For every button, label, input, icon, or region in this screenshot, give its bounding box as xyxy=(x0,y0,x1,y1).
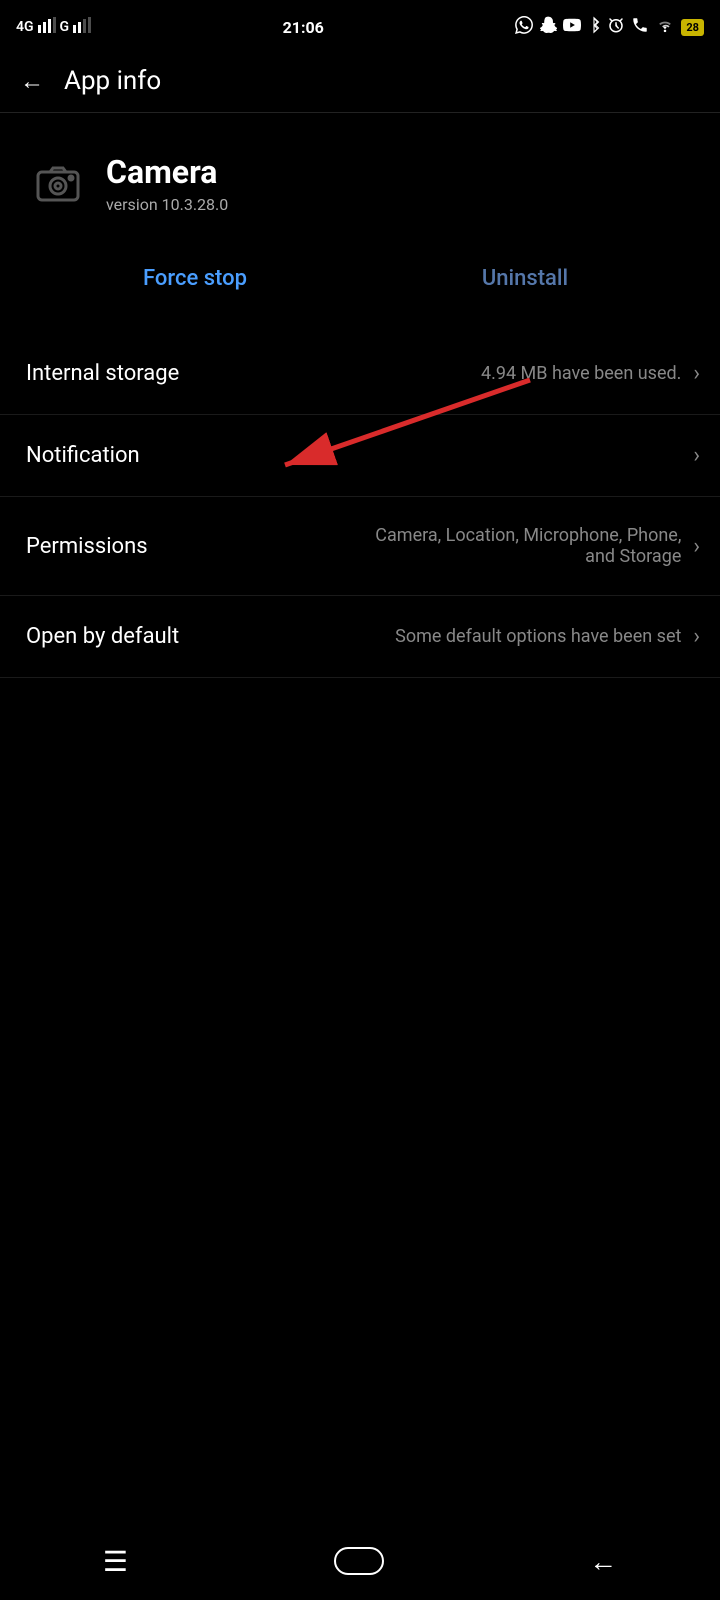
action-buttons: Force stop Uninstall xyxy=(0,244,720,333)
bottom-navigation: ☰ ← xyxy=(0,1530,720,1600)
nav-home-button[interactable] xyxy=(334,1547,384,1575)
chevron-right-icon: › xyxy=(693,624,700,649)
app-name-section: Camera version 10.3.28.0 xyxy=(106,153,228,214)
whatsapp-icon xyxy=(515,16,533,38)
back-button[interactable]: ← xyxy=(20,67,44,96)
app-version: version 10.3.28.0 xyxy=(106,195,228,214)
menu-list: Internal storage 4.94 MB have been used.… xyxy=(0,333,720,678)
snapchat-icon xyxy=(539,16,557,38)
network-indicator: 4G xyxy=(16,19,34,35)
status-time: 21:06 xyxy=(283,18,324,37)
uninstall-button[interactable]: Uninstall xyxy=(360,254,690,303)
nav-menu-button[interactable]: ☰ xyxy=(103,1545,128,1578)
page-title: App info xyxy=(64,66,161,96)
open-by-default-item[interactable]: Open by default Some default options hav… xyxy=(0,596,720,678)
permissions-value: Camera, Location, Microphone, Phone, and… xyxy=(361,525,681,567)
home-indicator xyxy=(334,1547,384,1575)
notification-item[interactable]: Notification › xyxy=(0,415,720,497)
back-icon: ← xyxy=(589,1545,617,1578)
signal-bars xyxy=(38,17,56,37)
permissions-right: Camera, Location, Microphone, Phone, and… xyxy=(148,525,700,567)
status-left: 4G G xyxy=(16,17,91,37)
internal-storage-value: 4.94 MB have been used. xyxy=(481,363,681,384)
status-bar: 4G G 21:06 28 xyxy=(0,0,720,50)
internal-storage-right: 4.94 MB have been used. › xyxy=(179,361,700,386)
open-by-default-label: Open by default xyxy=(26,624,179,649)
app-info-header: ← App info xyxy=(0,50,720,113)
app-name: Camera xyxy=(106,153,228,191)
app-icon xyxy=(30,156,86,212)
signal-bars-2 xyxy=(73,17,91,37)
bluetooth-icon xyxy=(587,16,601,38)
chevron-right-icon: › xyxy=(693,361,700,386)
open-by-default-value: Some default options have been set xyxy=(395,626,681,647)
chevron-right-icon: › xyxy=(693,443,700,468)
open-by-default-right: Some default options have been set › xyxy=(179,624,700,649)
hamburger-icon: ☰ xyxy=(103,1545,128,1578)
permissions-label: Permissions xyxy=(26,534,148,559)
internal-storage-item[interactable]: Internal storage 4.94 MB have been used.… xyxy=(0,333,720,415)
alarm-icon xyxy=(607,16,625,38)
permissions-item[interactable]: Permissions Camera, Location, Microphone… xyxy=(0,497,720,596)
battery-indicator: 28 xyxy=(681,19,704,36)
phone-icon xyxy=(631,16,649,38)
chevron-right-icon: › xyxy=(693,534,700,559)
status-right: 28 xyxy=(515,16,704,38)
notification-label: Notification xyxy=(26,443,140,468)
youtube-icon xyxy=(563,16,581,38)
network-type-2: G xyxy=(60,19,70,35)
app-info-section: Camera version 10.3.28.0 xyxy=(0,113,720,244)
notification-right: › xyxy=(140,443,700,468)
force-stop-button[interactable]: Force stop xyxy=(30,254,360,303)
wifi-icon xyxy=(655,16,675,38)
nav-back-button[interactable]: ← xyxy=(589,1545,617,1578)
internal-storage-label: Internal storage xyxy=(26,361,179,386)
